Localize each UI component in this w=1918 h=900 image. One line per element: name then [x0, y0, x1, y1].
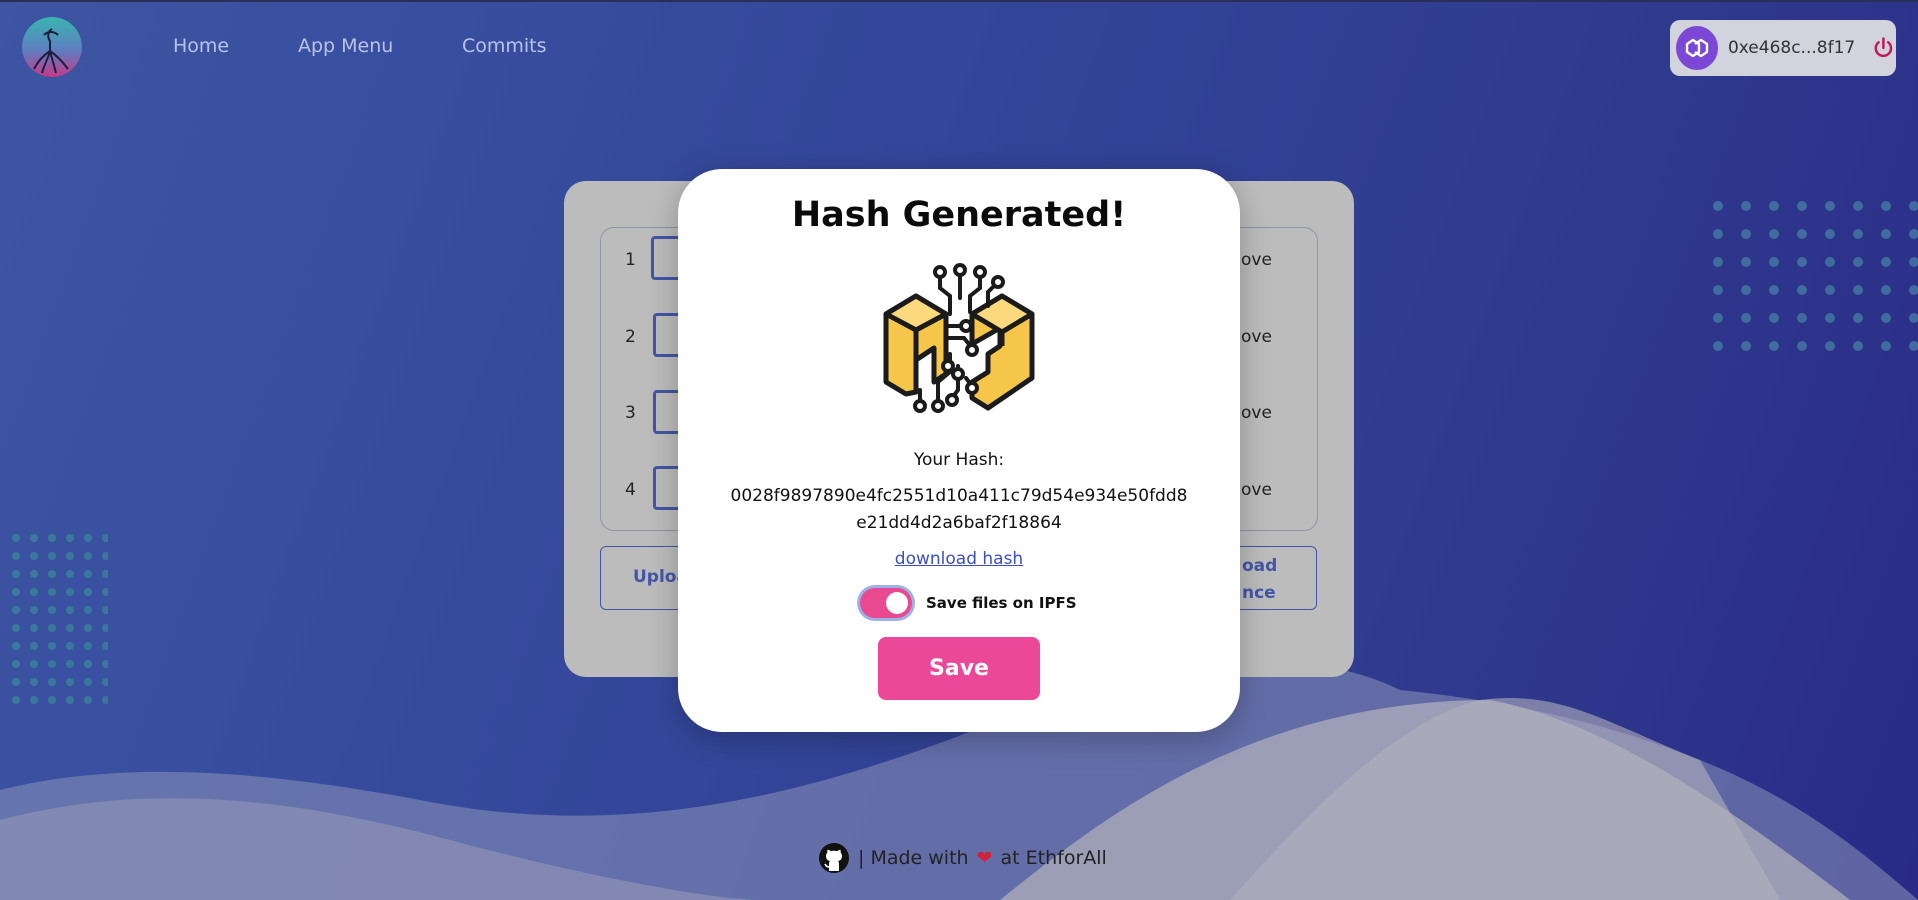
app-logo[interactable]: [22, 17, 82, 77]
toggle-knob: [886, 592, 908, 614]
nav-app-menu[interactable]: App Menu: [298, 35, 393, 57]
remove-button[interactable]: ove: [1241, 480, 1272, 500]
power-icon[interactable]: [1871, 35, 1896, 61]
download-button-label: nce: [1242, 583, 1276, 603]
remove-button[interactable]: ove: [1241, 250, 1272, 270]
polygon-icon: [1676, 26, 1718, 70]
ipfs-toggle[interactable]: [860, 588, 912, 618]
footer-text-after: at EthforAll: [1000, 847, 1107, 869]
nav-commits[interactable]: Commits: [462, 35, 547, 57]
hash-circuit-icon: [883, 263, 1035, 413]
hash-label: Your Hash:: [913, 450, 1005, 470]
footer: | Made with ❤ at EthforAll: [818, 842, 1107, 874]
file-number: 2: [625, 327, 636, 347]
save-button[interactable]: Save: [878, 637, 1040, 700]
wallet-address: 0xe468c...8f17: [1727, 38, 1856, 58]
remove-button[interactable]: ove: [1241, 327, 1272, 347]
file-number: 4: [625, 480, 636, 500]
hash-value: 0028f9897890e4fc2551d10a411c79d54e934e50…: [730, 486, 1188, 533]
tree-logo-icon: [22, 17, 82, 77]
ipfs-toggle-label: Save files on IPFS: [926, 594, 1077, 612]
download-button-label: oad: [1242, 556, 1278, 576]
file-number: 3: [625, 403, 636, 423]
wallet-badge[interactable]: 0xe468c...8f17: [1670, 20, 1896, 76]
dot-grid-right: [1713, 201, 1918, 351]
footer-text-before: | Made with: [858, 847, 969, 869]
download-hash-link[interactable]: download hash: [678, 549, 1240, 569]
dot-grid-left: [12, 534, 108, 704]
nav-home[interactable]: Home: [173, 35, 229, 57]
file-number: 1: [625, 250, 636, 270]
remove-button[interactable]: ove: [1241, 403, 1272, 423]
heart-icon: ❤: [976, 847, 993, 869]
github-icon[interactable]: [818, 842, 850, 874]
file-icon: [651, 236, 681, 280]
hash-generated-modal: Hash Generated! Your Hash: 0028f9897890e…: [678, 169, 1240, 732]
modal-title: Hash Generated!: [791, 195, 1127, 235]
